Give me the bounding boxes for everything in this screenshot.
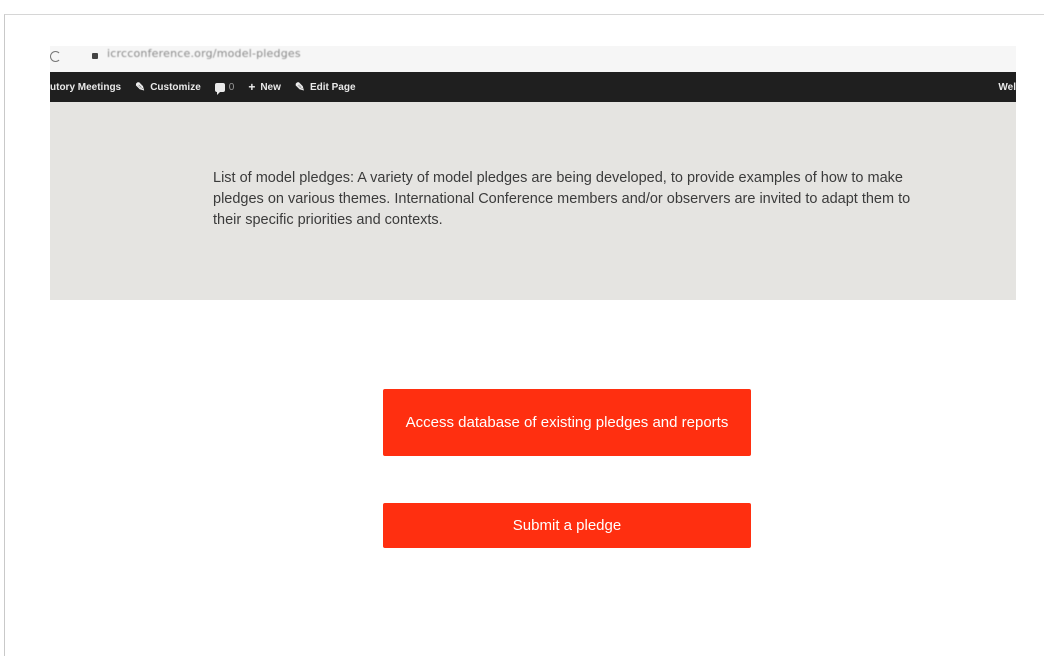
admin-toolbar: utory Meetings ✎ Customize 0 + New ✎ Edi… [50, 72, 1016, 102]
submit-pledge-button[interactable]: Submit a pledge [383, 503, 751, 548]
reload-icon[interactable] [50, 51, 61, 62]
access-database-button[interactable]: Access database of existing pledges and … [383, 389, 751, 456]
admin-bar-account[interactable]: Wel [998, 82, 1016, 93]
address-bar[interactable]: icrcconference.org/model-pledges [50, 46, 1016, 72]
intro-text: List of model pledges: A variety of mode… [213, 170, 911, 228]
admin-bar-item-label: utory Meetings [50, 81, 122, 93]
admin-bar-item-customize[interactable]: ✎ Customize [135, 80, 201, 94]
pencil-icon: ✎ [135, 80, 146, 94]
url-text[interactable]: icrcconference.org/model-pledges [107, 46, 301, 64]
admin-bar-item-comments[interactable]: 0 [214, 81, 235, 95]
admin-bar-item-new[interactable]: + New [248, 80, 281, 94]
pencil-icon: ✎ [294, 80, 305, 94]
plus-icon: + [248, 80, 256, 94]
admin-bar-item-statutory-meetings[interactable]: utory Meetings [50, 82, 121, 93]
lock-icon [92, 53, 98, 59]
intro-banner: List of model pledges: A variety of mode… [50, 102, 1016, 300]
admin-bar-item-label: New [260, 81, 281, 93]
admin-bar-item-label: Edit Page [309, 81, 356, 93]
comment-icon [214, 82, 225, 95]
admin-bar-item-edit-page[interactable]: ✎ Edit Page [295, 80, 356, 94]
comment-count: 0 [228, 81, 235, 93]
admin-bar-item-label: Customize [150, 81, 201, 93]
